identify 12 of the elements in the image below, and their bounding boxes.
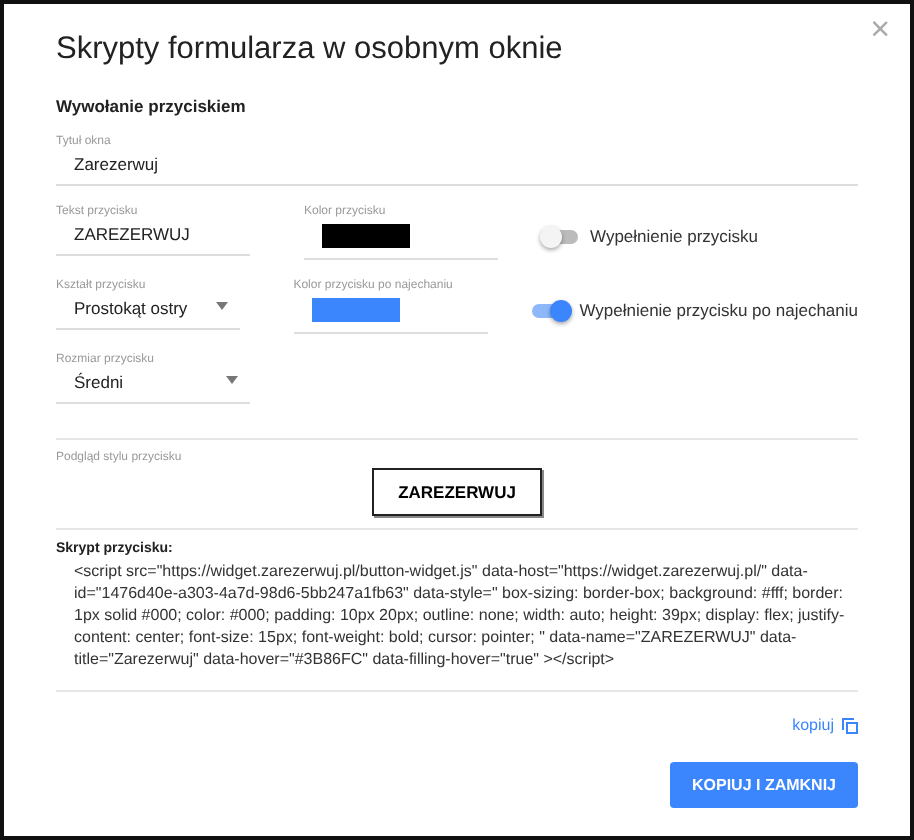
toggle-label: Wypełnienie przycisku po najechaniu	[579, 300, 858, 320]
field-value: ZAREZERWUJ	[72, 224, 192, 244]
copy-link[interactable]: kopiuj	[792, 716, 858, 734]
section-heading: Wywołanie przyciskiem	[56, 96, 248, 116]
field-value: Zarezerwuj	[72, 154, 161, 174]
preview-button[interactable]: ZAREZERWUJ	[372, 468, 542, 516]
dialog-title: Skrypty formularza w osobnym oknie	[56, 32, 565, 68]
script-code: <script src="https://widget.zarezerwuj.pl/button-widget.js" data-host="https://widget.zarezerwuj.pl/" data-id="1476d40e-a303-4a7d-98d6-5bb247a1fb63" data-style=" box-sizing: border-box; background: #fff; border: 1px solid #000; color: #000; padding: 10px 20px; outline: none; width: auto; height: 39px; display: flex; justify-content: center; font-size: 15px; font-weight: bold; cursor: pointer; " data-name="ZAREZERWUJ" data-title="Zarezerwuj" data-hover="#3B86FC" data-filling-hover="true" ></script>	[72, 560, 847, 672]
toggle-label: Wypełnienie przycisku	[590, 226, 759, 246]
copy-and-close-button[interactable]: KOPIUJ I ZAMKNIJ	[669, 762, 858, 808]
field-value: Średni	[72, 372, 124, 392]
field-value: Prostokąt ostry	[72, 298, 188, 318]
